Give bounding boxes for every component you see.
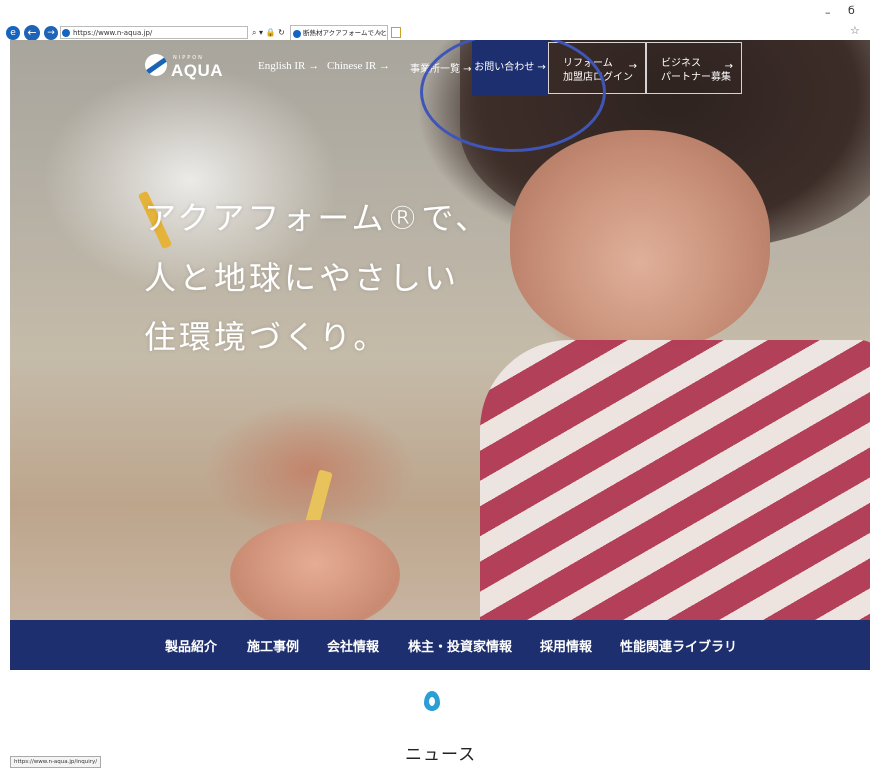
chinese-ir-link[interactable]: Chinese IR →	[327, 60, 390, 72]
nav-performance-library[interactable]: 性能関連ライブラリ	[620, 636, 737, 655]
window-minimize-icon[interactable]: –	[825, 6, 831, 19]
ie-logo-icon: e	[6, 26, 20, 40]
nav-case-studies[interactable]: 施工事例	[247, 636, 299, 655]
partner-recruit-label-2: パートナー募集	[661, 72, 731, 83]
hero-photo-hand	[230, 520, 400, 620]
address-tools[interactable]: ⌕ ▾ 🔒 ↻	[252, 26, 285, 39]
back-arrow-icon[interactable]: ←	[24, 25, 40, 41]
browser-chrome: e ← → https://www.n-aqua.jp/ ⌕ ▾ 🔒 ↻ 断熱材…	[0, 0, 870, 41]
nav-products[interactable]: 製品紹介	[165, 636, 217, 655]
arrow-right-icon: →	[724, 61, 733, 72]
arrow-right-icon: →	[628, 61, 637, 72]
status-bar-url: https://www.n-aqua.jp/inquiry/	[10, 756, 102, 768]
partner-recruit-button[interactable]: ビジネス パートナー募集 →	[646, 42, 742, 94]
news-heading: ニュース	[405, 745, 477, 765]
site-logo[interactable]: NIPPON AQUA	[145, 48, 225, 84]
partner-recruit-label-1: ビジネス	[661, 58, 701, 69]
water-drop-icon	[424, 691, 440, 711]
address-url: https://www.n-aqua.jp/	[73, 29, 153, 37]
forward-arrow-icon[interactable]: →	[44, 26, 58, 40]
aqua-logo-icon	[145, 54, 167, 76]
nav-company-info[interactable]: 会社情報	[327, 636, 379, 655]
hero-headline-line-2: 人と地球にやさしい	[144, 259, 460, 297]
window-restore-icon[interactable]: б	[848, 4, 855, 17]
site-favicon-icon	[62, 29, 70, 37]
hero-photo-face	[510, 130, 770, 350]
tab-title: 断熱材アクアフォームで人と地...	[303, 29, 387, 37]
hero-photo-striped-shirt	[480, 340, 870, 620]
hero-headline-line-3: 住環境づくり。	[144, 318, 389, 356]
nav-recruit[interactable]: 採用情報	[540, 636, 592, 655]
browser-tab[interactable]: 断熱材アクアフォームで人と地... ×	[290, 25, 388, 40]
hero-banner: NIPPON AQUA English IR → Chinese IR → 事業…	[10, 40, 870, 620]
hero-headline-line-1: アクアフォーム®で、	[144, 199, 491, 237]
logo-aqua-text: AQUA	[171, 61, 224, 80]
tab-favicon-icon	[293, 30, 301, 38]
nav-investor-info[interactable]: 株主・投資家情報	[408, 636, 512, 655]
main-nav: 製品紹介 施工事例 会社情報 株主・投資家情報 採用情報 性能関連ライブラリ	[10, 620, 870, 670]
favorites-star-icon[interactable]: ☆	[850, 24, 860, 37]
new-tab-icon[interactable]	[391, 27, 401, 38]
english-ir-link[interactable]: English IR →	[258, 60, 319, 72]
tab-close-icon[interactable]: ×	[377, 26, 383, 40]
address-bar[interactable]: https://www.n-aqua.jp/	[60, 26, 248, 39]
